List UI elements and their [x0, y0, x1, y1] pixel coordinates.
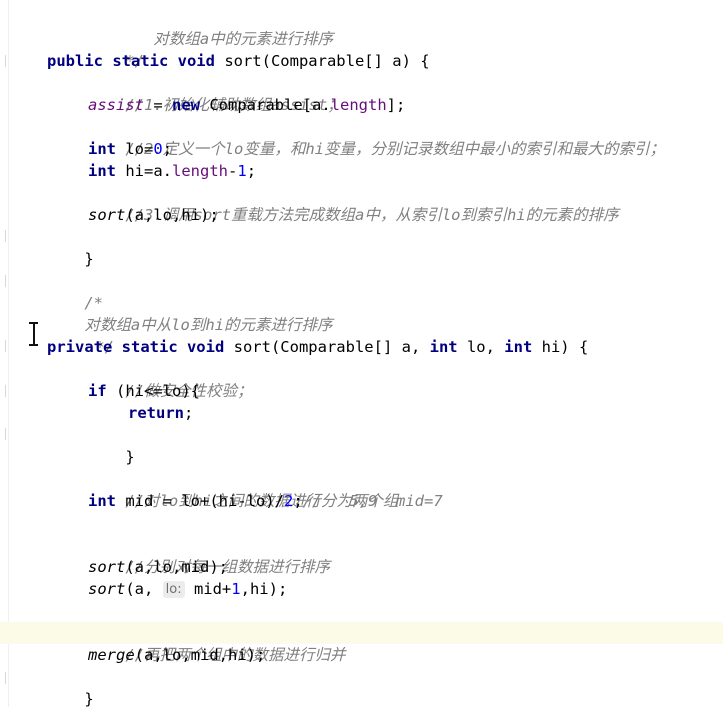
keyword: if	[88, 382, 107, 400]
code-line[interactable]: if (hi<=lo){	[0, 380, 723, 402]
number-literal: 2	[283, 492, 294, 510]
code-line[interactable]: //2.定义一个lo变量，和hi变量，分别记录数组中最小的索引和最大的索引；	[0, 116, 723, 158]
code-line[interactable]: }	[0, 424, 723, 466]
closing-brace: }	[84, 690, 94, 707]
call-arguments: (a,lo,mid,hi);	[134, 646, 266, 664]
method-signature: lo,	[457, 338, 505, 356]
method-signature: sort(Comparable[] a,	[224, 338, 430, 356]
code-line[interactable]: public static void sort(Comparable[] a) …	[0, 50, 723, 72]
code-line[interactable]: int hi=a.length-1;	[0, 160, 723, 182]
code-editor[interactable]: 对数组a中的元素进行排序 */ public static void sort(…	[0, 0, 723, 707]
code-line[interactable]: int lo=0;	[0, 138, 723, 160]
keyword: int	[88, 162, 116, 180]
field-ref: length	[330, 96, 387, 114]
code-text: (hi<=lo){	[106, 382, 200, 400]
code-line[interactable]: //分别对每一组数据进行排序	[0, 534, 723, 576]
code-line[interactable]: return;	[0, 402, 723, 424]
code-text: lo=	[116, 140, 154, 158]
code-line[interactable]: sort(a,lo,mid);	[0, 556, 723, 578]
call-arguments: (a,lo,hi);	[125, 206, 219, 224]
number-literal: 1	[237, 162, 247, 180]
code-line[interactable]: merge(a,lo,mid,hi);	[0, 644, 723, 666]
code-line[interactable]: assist = new Comparable[a.length];	[0, 94, 723, 116]
keyword: int	[88, 492, 116, 510]
static-field-ref: assist	[88, 96, 144, 114]
method-call: merge	[88, 646, 135, 664]
code-line[interactable]: sort(a, lo: mid+1,hi);	[0, 578, 723, 600]
code-text: -	[228, 162, 238, 180]
method-call: sort	[88, 580, 126, 598]
number-literal: 0	[153, 140, 163, 158]
code-line[interactable]: }	[0, 666, 723, 707]
parameter-hint: lo:	[162, 581, 185, 598]
code-line[interactable]: //3.调用sort重载方法完成数组a中，从索引lo到索引hi的元素的排序	[0, 182, 723, 224]
code-text: ;	[246, 162, 257, 180]
closing-brace: }	[125, 448, 135, 466]
keyword: int	[88, 140, 116, 158]
code-line[interactable]: 对数组a中从lo到hi的元素进行排序	[0, 292, 723, 334]
method-modifiers: private static void	[47, 338, 225, 356]
method-signature: sort(Comparable[] a) {	[214, 52, 430, 70]
method-modifiers: public static void	[47, 52, 215, 70]
code-text: ;	[293, 492, 303, 510]
method-call: sort	[88, 206, 126, 224]
field-ref: length	[172, 162, 228, 180]
code-line[interactable]: */	[0, 314, 723, 356]
number-literal: 1	[231, 580, 241, 598]
code-text: mid = lo+(hi-lo)/	[116, 492, 284, 510]
method-call: sort	[88, 558, 126, 576]
code-text: hi=a.	[116, 162, 172, 180]
code-line[interactable]: //1.初始化辅助数组assist；	[0, 72, 723, 114]
method-signature: hi) {	[532, 338, 589, 356]
code-text: ;	[162, 140, 173, 158]
code-line[interactable]: private static void sort(Comparable[] a,…	[0, 336, 723, 358]
code-line[interactable]: sort(a,lo,hi);	[0, 204, 723, 226]
code-line[interactable]: 对数组a中的元素进行排序	[0, 6, 723, 48]
code-text: Comparable[a.	[200, 96, 331, 114]
code-line[interactable]: */	[0, 28, 723, 70]
code-text: =	[144, 96, 172, 114]
keyword: new	[172, 96, 200, 114]
call-arguments: ,hi);	[240, 580, 288, 598]
keyword: int	[504, 338, 533, 356]
code-line[interactable]: /*	[0, 270, 723, 312]
text-cursor-icon	[28, 322, 40, 346]
closing-brace: }	[84, 250, 94, 268]
code-line[interactable]: }	[0, 226, 723, 268]
code-line[interactable]: int mid = lo+(hi-lo)/2;// 5,9 mid=7	[0, 490, 723, 512]
call-arguments: (a,lo,mid);	[125, 558, 228, 576]
code-text: ;	[184, 404, 194, 422]
call-arguments: (a,	[125, 580, 163, 598]
call-arguments: mid+	[184, 580, 232, 598]
keyword: int	[429, 338, 458, 356]
code-line[interactable]: //做安全性校验；	[0, 358, 723, 400]
current-code-line[interactable]: //再把两个组中的数据进行归并	[0, 622, 723, 664]
code-line[interactable]: //对lo到hi之间的数据进行分为两个组	[0, 468, 723, 510]
line-comment: // 5,9 mid=7	[302, 492, 443, 510]
keyword: return	[128, 404, 184, 422]
code-text: ];	[386, 96, 406, 114]
